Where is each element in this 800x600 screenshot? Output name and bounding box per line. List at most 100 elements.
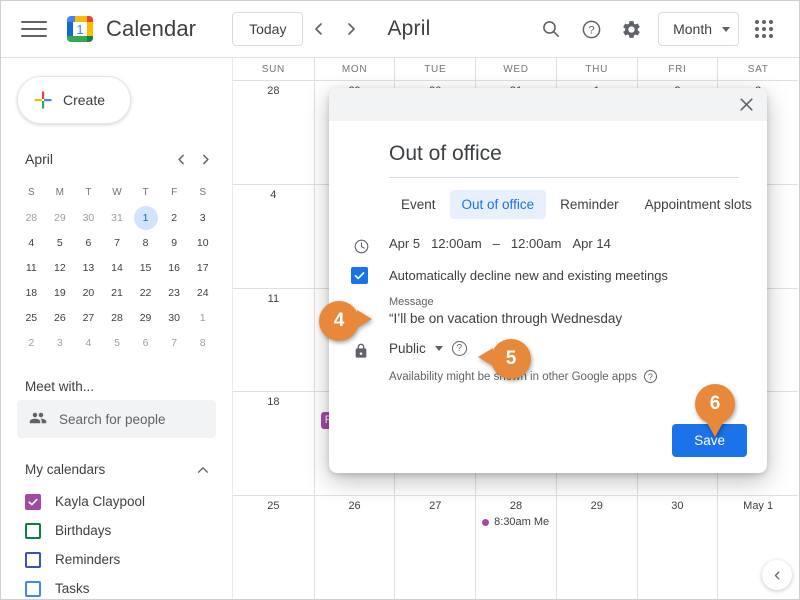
- chevron-left-icon[interactable]: [303, 13, 335, 45]
- visibility-value[interactable]: Public: [389, 341, 426, 356]
- day-number[interactable]: 11: [233, 293, 314, 305]
- mini-calendar-day[interactable]: 3: [46, 330, 75, 355]
- search-for-people-input[interactable]: Search for people: [17, 400, 216, 438]
- calendar-checkbox-icon[interactable]: [25, 493, 41, 510]
- day-cell[interactable]: 29: [555, 496, 637, 599]
- mini-calendar-day[interactable]: 11: [17, 255, 46, 280]
- gear-icon[interactable]: [612, 10, 650, 48]
- tab-out-of-office[interactable]: Out of office: [449, 190, 547, 219]
- mini-calendar-prev-icon[interactable]: [169, 147, 193, 171]
- tab-appointment-slots[interactable]: Appointment slots: [633, 190, 764, 219]
- day-number[interactable]: 26: [315, 500, 395, 512]
- mini-calendar-day[interactable]: 7: [103, 230, 132, 255]
- calendar-checkbox-icon[interactable]: [25, 551, 41, 568]
- end-time[interactable]: 12:00am: [511, 236, 562, 251]
- calendar-list-item[interactable]: Tasks: [17, 574, 216, 599]
- mini-calendar-day[interactable]: 28: [103, 305, 132, 330]
- chevron-right-icon[interactable]: [335, 13, 367, 45]
- mini-calendar-next-icon[interactable]: [193, 147, 217, 171]
- mini-calendar-day[interactable]: 8: [131, 230, 160, 255]
- mini-calendar-day[interactable]: 2: [17, 330, 46, 355]
- mini-calendar-day[interactable]: 24: [188, 280, 217, 305]
- tab-reminder[interactable]: Reminder: [548, 190, 631, 219]
- mini-calendar-day[interactable]: 29: [46, 205, 75, 230]
- day-cell[interactable]: 18: [233, 392, 314, 495]
- mini-calendar-day[interactable]: 16: [160, 255, 189, 280]
- mini-calendar-day[interactable]: 28: [17, 205, 46, 230]
- mini-calendar-day[interactable]: 8: [188, 330, 217, 355]
- mini-calendar-day[interactable]: 9: [160, 230, 189, 255]
- today-button[interactable]: Today: [232, 12, 304, 46]
- mini-calendar-day[interactable]: 4: [74, 330, 103, 355]
- mini-calendar-day[interactable]: 6: [131, 330, 160, 355]
- tab-event[interactable]: Event: [389, 190, 448, 219]
- day-cell[interactable]: 26: [313, 496, 395, 599]
- end-date[interactable]: Apr 14: [573, 236, 611, 251]
- mini-calendar-day[interactable]: 12: [46, 255, 75, 280]
- calendar-checkbox-icon[interactable]: [25, 580, 41, 597]
- view-selector[interactable]: Month: [658, 12, 739, 46]
- event-title-input[interactable]: Out of office: [389, 121, 739, 178]
- mini-calendar-day[interactable]: 5: [46, 230, 75, 255]
- event-chip[interactable]: 8:30am Me: [482, 516, 552, 528]
- checkbox-checked-icon[interactable]: [351, 267, 368, 284]
- mini-calendar-day[interactable]: 30: [160, 305, 189, 330]
- chevron-up-icon[interactable]: [190, 457, 216, 483]
- day-cell[interactable]: 28 8:30am Me: [475, 496, 556, 599]
- availability-help-icon[interactable]: ?: [643, 370, 657, 383]
- hamburger-icon[interactable]: [21, 19, 47, 39]
- apps-grid-icon[interactable]: [745, 10, 783, 48]
- search-icon[interactable]: [532, 10, 570, 48]
- mini-calendar-day[interactable]: 1: [188, 305, 217, 330]
- start-time[interactable]: 12:00am: [431, 236, 482, 251]
- caret-down-icon[interactable]: [434, 346, 443, 351]
- mini-calendar-day[interactable]: 3: [188, 205, 217, 230]
- mini-calendar-day[interactable]: 26: [46, 305, 75, 330]
- start-date[interactable]: Apr 5: [389, 236, 420, 251]
- day-number[interactable]: 25: [233, 500, 314, 512]
- day-number[interactable]: 30: [638, 500, 718, 512]
- calendar-list-item[interactable]: Kayla Claypool: [17, 487, 216, 516]
- day-number[interactable]: 4: [233, 189, 314, 201]
- visibility-help-icon[interactable]: ?: [451, 341, 467, 356]
- day-cell[interactable]: 11: [233, 289, 314, 392]
- mini-calendar-day[interactable]: 17: [188, 255, 217, 280]
- close-icon[interactable]: [731, 90, 761, 120]
- day-cell[interactable]: 25: [233, 496, 314, 599]
- mini-calendar-day[interactable]: 10: [188, 230, 217, 255]
- mini-calendar-day[interactable]: 14: [103, 255, 132, 280]
- day-number[interactable]: May 1: [718, 500, 798, 512]
- message-input[interactable]: “I’ll be on vacation through Wednesday: [389, 311, 747, 326]
- day-number[interactable]: 27: [395, 500, 475, 512]
- day-number[interactable]: 28: [476, 500, 556, 512]
- calendar-checkbox-icon[interactable]: [25, 522, 41, 539]
- mini-calendar-day[interactable]: 27: [74, 305, 103, 330]
- create-button[interactable]: Create: [17, 76, 131, 124]
- mini-calendar-day[interactable]: 2: [160, 205, 189, 230]
- mini-calendar-day[interactable]: 25: [17, 305, 46, 330]
- day-cell[interactable]: 28: [233, 81, 314, 184]
- mini-calendar-day[interactable]: 19: [46, 280, 75, 305]
- mini-calendar-day[interactable]: 1: [131, 205, 160, 230]
- mini-calendar-day[interactable]: 7: [160, 330, 189, 355]
- day-number[interactable]: 28: [233, 85, 314, 97]
- day-cell[interactable]: 27: [394, 496, 475, 599]
- mini-calendar-day[interactable]: 31: [103, 205, 132, 230]
- mini-calendar-day[interactable]: 13: [74, 255, 103, 280]
- mini-calendar-day[interactable]: 21: [103, 280, 132, 305]
- day-cell[interactable]: 30: [636, 496, 718, 599]
- mini-calendar-day[interactable]: 5: [103, 330, 132, 355]
- mini-calendar-day[interactable]: 20: [74, 280, 103, 305]
- my-calendars-header[interactable]: My calendars: [17, 456, 216, 483]
- day-number[interactable]: 29: [557, 500, 637, 512]
- mini-calendar-day[interactable]: 23: [160, 280, 189, 305]
- calendar-list-item[interactable]: Birthdays: [17, 516, 216, 545]
- mini-calendar-day[interactable]: 15: [131, 255, 160, 280]
- day-number[interactable]: 18: [233, 396, 314, 408]
- mini-calendar-day[interactable]: 18: [17, 280, 46, 305]
- day-cell[interactable]: 4: [233, 185, 314, 288]
- mini-calendar-day[interactable]: 30: [74, 205, 103, 230]
- mini-calendar-day[interactable]: 4: [17, 230, 46, 255]
- calendar-list-item[interactable]: Reminders: [17, 545, 216, 574]
- mini-calendar-day[interactable]: 29: [131, 305, 160, 330]
